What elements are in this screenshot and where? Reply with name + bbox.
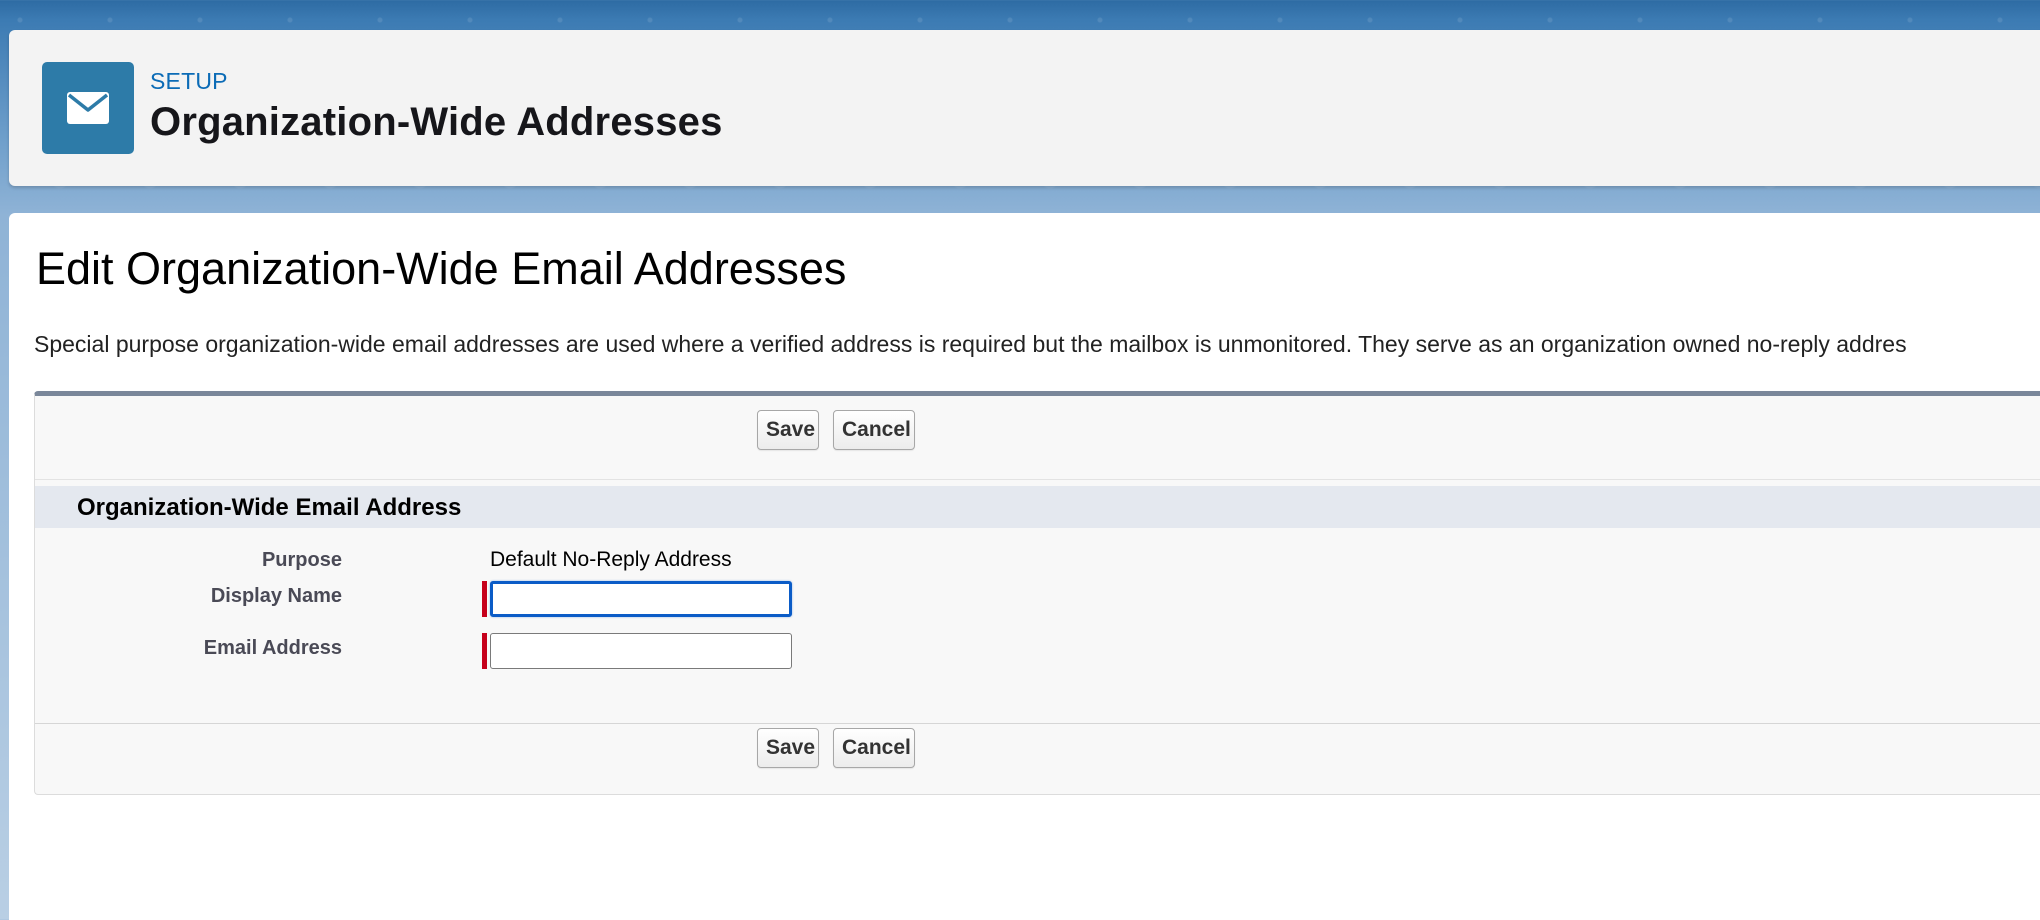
main-content: Edit Organization-Wide Email Addresses S…: [9, 213, 2040, 920]
divider: [35, 479, 2040, 480]
email-address-input[interactable]: [490, 633, 792, 669]
envelope-icon-glyph: [67, 92, 109, 124]
cancel-button[interactable]: Cancel: [833, 728, 915, 768]
intro-text: Special purpose organization-wide email …: [34, 331, 1907, 357]
section-header: Organization-Wide Email Address: [35, 486, 2040, 528]
required-indicator: [482, 633, 487, 669]
section-title: Organization-Wide Email Address: [77, 494, 462, 521]
edit-form: Save Cancel Organization-Wide Email Addr…: [34, 391, 2040, 795]
display-name-input[interactable]: [490, 581, 792, 617]
purpose-value: Default No-Reply Address: [490, 548, 732, 571]
save-button[interactable]: Save: [757, 410, 819, 450]
save-button[interactable]: Save: [757, 728, 819, 768]
purpose-label: Purpose: [261, 549, 342, 571]
top-button-row: Save Cancel: [35, 410, 2040, 470]
page-title: Edit Organization-Wide Email Addresses: [36, 243, 847, 294]
header-eyebrow: SETUP: [150, 68, 228, 94]
page-header-title: Organization-Wide Addresses: [150, 100, 723, 144]
bottom-button-row: Save Cancel: [35, 728, 2040, 788]
page-header: SETUP Organization-Wide Addresses: [9, 30, 2040, 186]
divider: [35, 723, 2040, 724]
envelope-icon: [42, 62, 134, 154]
display-name-label: Display Name: [210, 585, 342, 607]
cancel-button[interactable]: Cancel: [833, 410, 915, 450]
required-indicator: [482, 581, 487, 617]
email-address-label: Email Address: [203, 637, 342, 659]
